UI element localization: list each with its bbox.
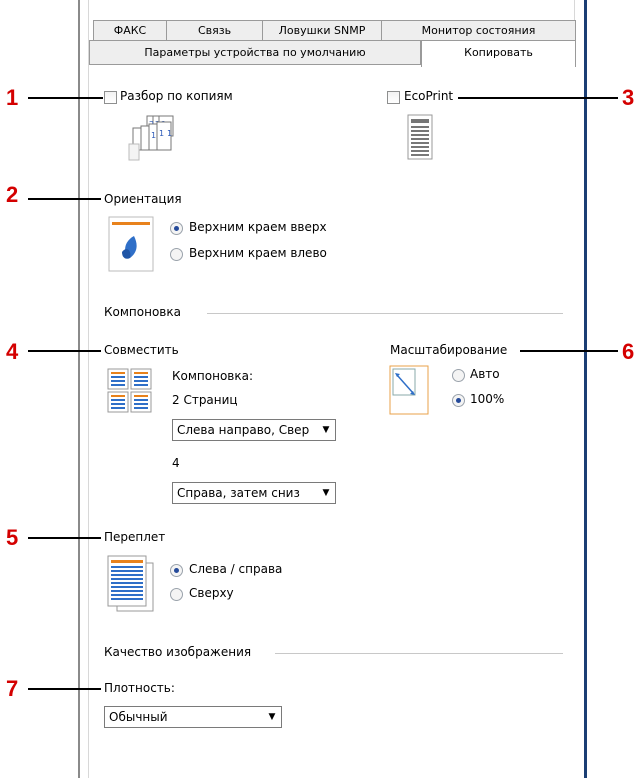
callout-2: 2 bbox=[6, 182, 19, 207]
combine-2pages-select[interactable]: Слева направо, Свер ▼ bbox=[172, 419, 336, 441]
combine-4pages-value: Справа, затем сниз bbox=[177, 486, 300, 500]
callout-3-line bbox=[458, 97, 618, 99]
layout-section-divider bbox=[207, 313, 563, 314]
svg-text:1: 1 bbox=[159, 129, 164, 138]
svg-text:1: 1 bbox=[151, 131, 156, 140]
combine-4pages-select[interactable]: Справа, затем сниз ▼ bbox=[172, 482, 336, 504]
binding-left-right-radio[interactable] bbox=[170, 564, 183, 577]
combine-2pages-label: 2 Страниц bbox=[172, 393, 238, 407]
window-right-border bbox=[584, 0, 587, 778]
layout-section-title: Компоновка bbox=[104, 305, 181, 319]
callout-2-line bbox=[28, 198, 101, 200]
combine-2pages-value: Слева направо, Свер bbox=[177, 423, 310, 437]
density-label: Плотность: bbox=[104, 681, 175, 695]
collate-label[interactable]: Разбор по копиям bbox=[120, 89, 233, 103]
scaling-100-label[interactable]: 100% bbox=[470, 392, 504, 406]
ecoprint-checkbox[interactable] bbox=[387, 91, 400, 104]
combine-layout-label: Компоновка: bbox=[172, 369, 254, 383]
orientation-top-up-label[interactable]: Верхним краем вверх bbox=[189, 220, 327, 234]
callout-1: 1 bbox=[6, 85, 19, 110]
quality-section-divider bbox=[275, 653, 563, 654]
orientation-top-left-label[interactable]: Верхним краем влево bbox=[189, 246, 327, 260]
tab-device-defaults[interactable]: Параметры устройства по умолчанию bbox=[89, 40, 421, 64]
callout-6: 6 bbox=[622, 339, 635, 364]
collate-checkbox[interactable] bbox=[104, 91, 117, 104]
density-select[interactable]: Обычный ▼ bbox=[104, 706, 282, 728]
scaling-auto-radio[interactable] bbox=[452, 369, 465, 382]
callout-7: 7 bbox=[6, 676, 19, 701]
tab-snmp-traps[interactable]: Ловушки SNMP bbox=[262, 20, 382, 40]
callout-7-line bbox=[28, 688, 101, 690]
scaling-auto-label[interactable]: Авто bbox=[470, 367, 500, 381]
density-value: Обычный bbox=[109, 710, 168, 724]
chevron-down-icon: ▼ bbox=[322, 425, 330, 435]
tab-status-monitor[interactable]: Монитор состояния bbox=[381, 20, 576, 40]
scaling-icon bbox=[389, 365, 429, 415]
callout-5-line bbox=[28, 537, 101, 539]
ecoprint-label[interactable]: EcoPrint bbox=[404, 89, 453, 103]
callout-4-line bbox=[28, 350, 101, 352]
tab-fax[interactable]: ФАКС bbox=[93, 20, 167, 40]
tab-connection[interactable]: Связь bbox=[166, 20, 263, 40]
orientation-top-up-radio[interactable] bbox=[170, 222, 183, 235]
callout-5: 5 bbox=[6, 525, 19, 550]
scaling-100-radio[interactable] bbox=[452, 394, 465, 407]
orientation-title: Ориентация bbox=[104, 192, 182, 206]
callout-3: 3 bbox=[622, 85, 635, 110]
callout-6-line bbox=[520, 350, 618, 352]
collate-pages-icon: 2 2 2 1 1 1 bbox=[127, 114, 182, 166]
combine-title: Совместить bbox=[104, 343, 179, 357]
nup-layout-icon bbox=[107, 368, 153, 414]
ecoprint-page-icon bbox=[405, 114, 435, 160]
chevron-down-icon: ▼ bbox=[268, 712, 276, 722]
svg-text:1: 1 bbox=[167, 129, 172, 138]
tab-copy[interactable]: Копировать bbox=[421, 40, 576, 67]
scaling-title: Масштабирование bbox=[390, 343, 508, 357]
chevron-down-icon: ▼ bbox=[322, 488, 330, 498]
orientation-portrait-icon bbox=[108, 216, 154, 272]
callout-1-line bbox=[28, 97, 103, 99]
binding-icon bbox=[107, 555, 155, 613]
binding-top-label[interactable]: Сверху bbox=[189, 586, 234, 600]
window-left-border bbox=[78, 0, 80, 778]
binding-title: Переплет bbox=[104, 530, 166, 544]
callout-4: 4 bbox=[6, 339, 19, 364]
binding-top-radio[interactable] bbox=[170, 588, 183, 601]
combine-4pages-label: 4 bbox=[172, 456, 180, 470]
binding-left-right-label[interactable]: Слева / справа bbox=[189, 562, 282, 576]
orientation-top-left-radio[interactable] bbox=[170, 248, 183, 261]
quality-section-title: Качество изображения bbox=[104, 645, 252, 659]
